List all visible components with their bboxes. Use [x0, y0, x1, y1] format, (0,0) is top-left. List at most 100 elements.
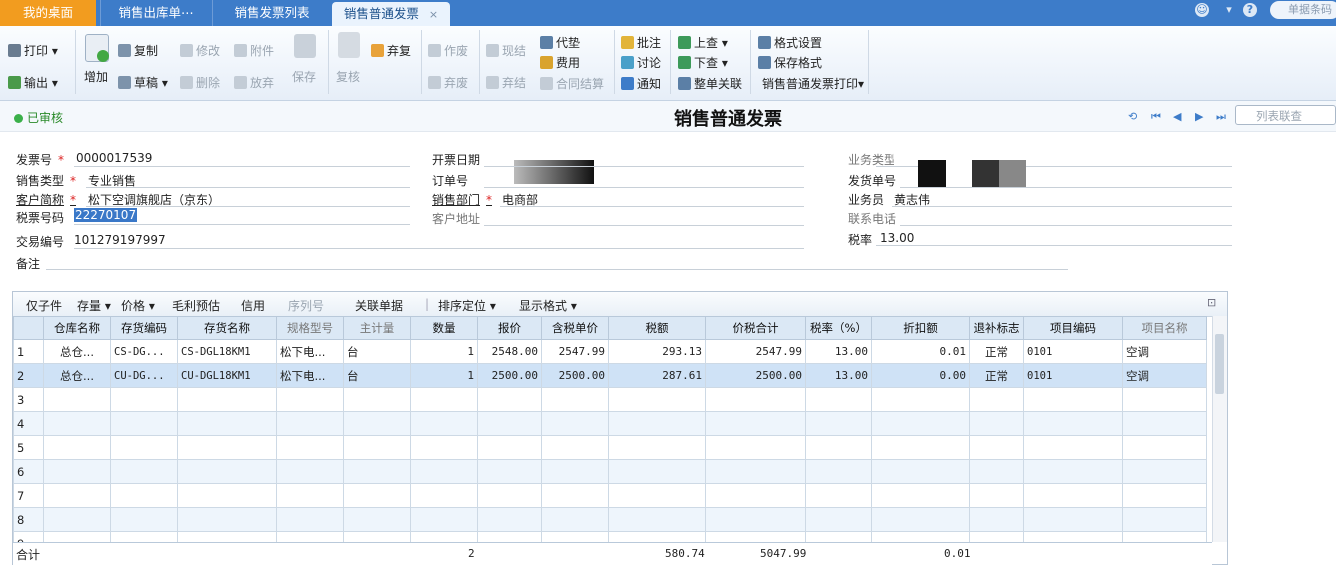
table-cell[interactable]: 2548.00	[477, 339, 542, 364]
contract-settle-button[interactable]: 合同结算	[540, 75, 604, 92]
table-cell[interactable]	[705, 435, 806, 460]
table-cell[interactable]	[177, 387, 277, 412]
col-header[interactable]: 折扣额	[871, 316, 970, 340]
tax-no-field[interactable]: 22270107	[74, 208, 138, 222]
table-cell[interactable]	[541, 411, 609, 436]
table-cell[interactable]: 7	[13, 483, 44, 508]
grid-tool-price[interactable]: 价格 ▾	[121, 297, 155, 314]
table-cell[interactable]	[477, 387, 542, 412]
col-header[interactable]: 项目名称	[1122, 316, 1207, 340]
table-cell[interactable]: 总仓...	[43, 339, 111, 364]
table-cell[interactable]	[541, 507, 609, 532]
table-cell[interactable]	[608, 411, 706, 436]
help-icon[interactable]: ?	[1243, 3, 1257, 17]
table-cell[interactable]	[608, 507, 706, 532]
add-button[interactable]: 增加	[84, 68, 108, 85]
col-header[interactable]: 主计量	[343, 316, 411, 340]
table-cell[interactable]	[343, 387, 411, 412]
table-cell[interactable]	[43, 507, 111, 532]
list-query-input[interactable]: 列表联查	[1235, 105, 1336, 125]
table-cell[interactable]	[276, 411, 344, 436]
customer-label[interactable]: 客户简称 *	[16, 191, 76, 208]
table-cell[interactable]	[477, 411, 542, 436]
col-header[interactable]: 存货编码	[110, 316, 178, 340]
table-cell[interactable]: 台	[343, 339, 411, 364]
table-cell[interactable]	[110, 411, 178, 436]
table-cell[interactable]	[410, 411, 478, 436]
table-cell[interactable]	[871, 483, 970, 508]
prev-query-button[interactable]: 上查 ▾	[678, 34, 728, 51]
table-cell[interactable]: 13.00	[805, 339, 872, 364]
tab-sales-invoice[interactable]: 销售普通发票 ×	[332, 2, 450, 26]
table-cell[interactable]	[969, 483, 1024, 508]
table-cell[interactable]: 0101	[1023, 363, 1123, 388]
table-cell[interactable]	[1122, 387, 1207, 412]
table-cell[interactable]	[110, 459, 178, 484]
table-cell[interactable]	[410, 507, 478, 532]
tab-sales-outbound[interactable]: 销售出库单⋯	[100, 0, 211, 26]
user-icon[interactable]: ☺	[1195, 3, 1209, 17]
table-cell[interactable]: 3	[13, 387, 44, 412]
table-cell[interactable]	[177, 435, 277, 460]
table-cell[interactable]: 正常	[969, 339, 1024, 364]
link-button[interactable]: 整单关联	[678, 75, 742, 92]
modify-button[interactable]: 修改	[180, 42, 220, 59]
table-cell[interactable]: 台	[343, 363, 411, 388]
table-row[interactable]: 4	[13, 411, 1207, 436]
table-cell[interactable]	[969, 435, 1024, 460]
table-cell[interactable]	[608, 387, 706, 412]
table-cell[interactable]	[1122, 411, 1207, 436]
table-cell[interactable]	[969, 507, 1024, 532]
table-cell[interactable]: CS-DG...	[110, 339, 178, 364]
table-cell[interactable]	[1122, 435, 1207, 460]
grid-tool-display[interactable]: 显示格式 ▾	[519, 297, 577, 314]
barcode-search-input[interactable]: 单据条码	[1270, 1, 1336, 19]
table-cell[interactable]	[871, 387, 970, 412]
fee-button[interactable]: 费用	[540, 54, 580, 71]
expand-icon[interactable]: ⊡	[1207, 296, 1216, 309]
table-cell[interactable]	[541, 483, 609, 508]
table-cell[interactable]	[805, 483, 872, 508]
next-record-icon[interactable]: ▶	[1195, 110, 1203, 123]
table-cell[interactable]: 293.13	[608, 339, 706, 364]
col-header[interactable]: 仓库名称	[43, 316, 111, 340]
table-row[interactable]: 8	[13, 507, 1207, 532]
col-header[interactable]: 税额	[608, 316, 706, 340]
table-cell[interactable]	[1023, 483, 1123, 508]
table-cell[interactable]: 空调	[1122, 363, 1207, 388]
table-cell[interactable]: 1	[410, 363, 478, 388]
delete-button[interactable]: 删除	[180, 74, 220, 91]
next-query-button[interactable]: 下查 ▾	[678, 54, 728, 71]
invoice-no-field[interactable]: 0000017539	[76, 151, 152, 165]
col-header[interactable]: 存货名称	[177, 316, 277, 340]
export-button[interactable]: 输出 ▾	[8, 74, 58, 91]
table-cell[interactable]	[608, 459, 706, 484]
settle-button[interactable]: 现结	[486, 42, 526, 59]
table-row[interactable]: 1 总仓... CS-DG... CS-DGL18KM1 松下电... 台 1 2548.00…	[13, 339, 1207, 364]
unsettle-button[interactable]: 弃结	[486, 74, 526, 91]
table-cell[interactable]	[276, 435, 344, 460]
scroll-thumb[interactable]	[1215, 334, 1224, 394]
table-cell[interactable]	[541, 387, 609, 412]
table-cell[interactable]: 0.01	[871, 339, 970, 364]
table-cell[interactable]	[43, 387, 111, 412]
grid-tool-serial[interactable]: 序列号	[288, 297, 324, 314]
table-cell[interactable]	[705, 483, 806, 508]
table-cell[interactable]: 4	[13, 411, 44, 436]
reject-button[interactable]: 弃复	[371, 42, 411, 59]
grid-tool-subitem[interactable]: 仅子件	[26, 297, 62, 314]
table-cell[interactable]: 1	[410, 339, 478, 364]
table-cell[interactable]	[1122, 459, 1207, 484]
grid-tool-sort[interactable]: 排序定位 ▾	[438, 297, 496, 314]
table-cell[interactable]: 5	[13, 435, 44, 460]
table-cell[interactable]	[805, 435, 872, 460]
grid-tool-margin[interactable]: 毛利预估	[172, 297, 220, 314]
table-cell[interactable]	[276, 483, 344, 508]
table-cell[interactable]	[477, 435, 542, 460]
table-cell[interactable]	[705, 387, 806, 412]
save-button[interactable]: 保存	[292, 68, 316, 85]
grid-tool-related[interactable]: 关联单据	[355, 297, 403, 314]
table-cell[interactable]: 6	[13, 459, 44, 484]
table-cell[interactable]	[541, 459, 609, 484]
table-cell[interactable]	[43, 435, 111, 460]
